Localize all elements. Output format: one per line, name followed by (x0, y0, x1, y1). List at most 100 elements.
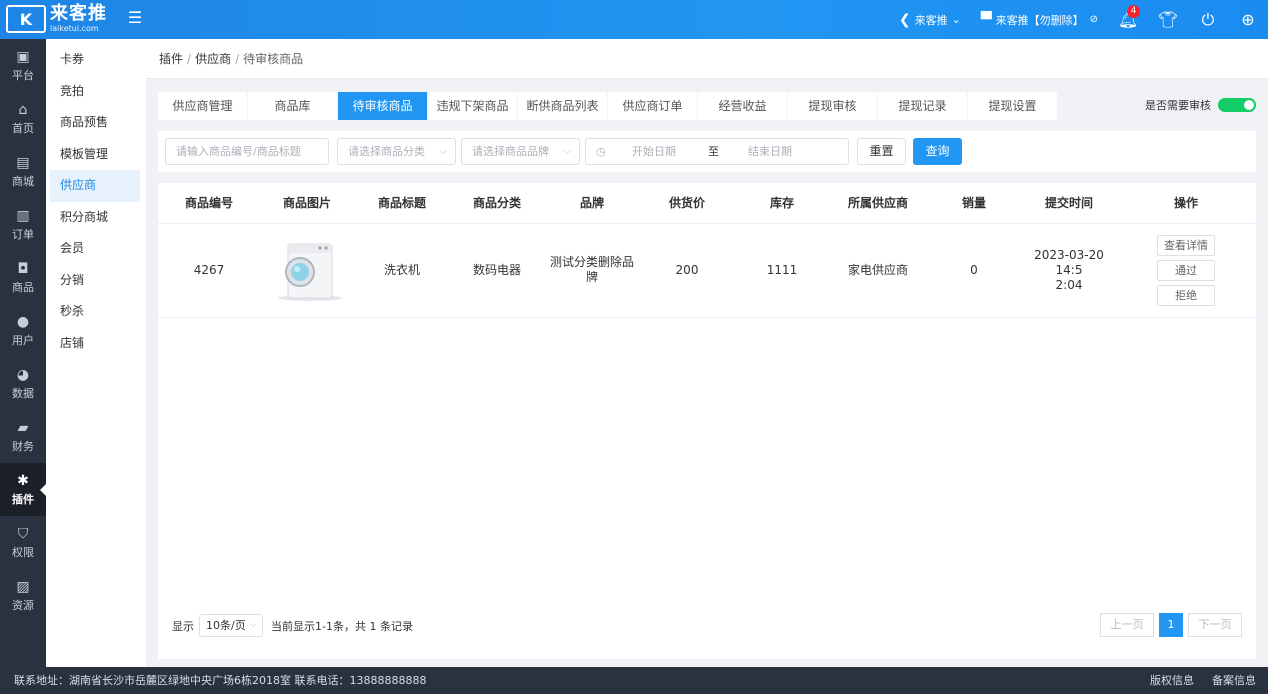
goods-supplier: 家电供应商 (830, 223, 926, 318)
approve-button[interactable]: 通过 (1157, 259, 1215, 281)
breadcrumb-plugin[interactable]: 插件 (159, 52, 183, 66)
reject-button[interactable]: 拒绝 (1157, 284, 1215, 306)
col-header: 商品编号 (158, 183, 260, 224)
globe-icon: ⊕ (1241, 10, 1255, 29)
store-switcher[interactable]: ❮ 来客推 ⌄ (889, 0, 971, 39)
logo-subtext: laiketui.com (50, 24, 99, 33)
resource-icon: ▨ (16, 578, 30, 595)
goods-image-cell (260, 223, 354, 318)
logo[interactable]: K 来客推 laiketui.com (6, 4, 116, 34)
data-icon: ◕ (16, 366, 30, 383)
shirt-icon: 👕︎ (1157, 10, 1179, 29)
nav-permission[interactable]: ⛉ 权限 (0, 516, 46, 569)
goods-sales: 0 (926, 223, 1022, 318)
col-header: 所属供应商 (830, 183, 926, 224)
subnav-item-template[interactable]: 模板管理 (50, 139, 140, 171)
subnav-item-supplier[interactable]: 供应商 (50, 170, 140, 202)
end-date-input[interactable]: 结束日期 (748, 139, 792, 164)
permission-icon: ⛉ (17, 525, 29, 542)
operations: 查看详情 通过 拒绝 (1116, 223, 1256, 318)
subnav-item-coupon[interactable]: 卡券 (50, 44, 140, 76)
logout-button[interactable]: ⏻ (1188, 0, 1228, 39)
nav-resource[interactable]: ▨ 资源 (0, 569, 46, 622)
washing-machine-image[interactable] (270, 238, 344, 302)
chevron-down-icon: ⌵ (563, 146, 571, 157)
col-header: 供货价 (640, 183, 734, 224)
goods-table: 商品编号 商品图片 商品标题 商品分类 品牌 供货价 库存 所属供应商 销量 提… (158, 183, 1256, 318)
query-button[interactable]: 查询 (913, 138, 962, 165)
nav-order[interactable]: ▥ 订单 (0, 198, 46, 251)
user-account[interactable]: ▀ 来客推【勿删除】 ⊘ (971, 0, 1108, 39)
subnav-item-distribution[interactable]: 分销 (50, 265, 140, 297)
theme-button[interactable]: 👕︎ (1148, 0, 1188, 39)
breadcrumb: 插件 / 供应商 / 待审核商品 (146, 39, 1268, 79)
subnav-item-shop[interactable]: 店铺 (50, 328, 140, 360)
page-size-select[interactable]: 10条/页 ⌵ (199, 614, 263, 637)
secondary-sidebar: 卡券 竞拍 商品预售 模板管理 供应商 积分商城 会员 分销 秒杀 店铺 (46, 39, 146, 667)
breadcrumb-supplier[interactable]: 供应商 (195, 52, 231, 66)
record-link[interactable]: 备案信息 (1212, 667, 1256, 694)
prev-page-button[interactable]: 上一页 (1100, 613, 1154, 637)
plugin-icon: ✱ (17, 472, 29, 489)
store-name: 来客推 (914, 13, 948, 27)
nav-finance[interactable]: ▰ 财务 (0, 410, 46, 463)
brand-select[interactable]: 请选择商品品牌 ⌵ (461, 138, 580, 165)
nav-user[interactable]: ● 用户 (0, 304, 46, 357)
nav-store[interactable]: ▤ 商城 (0, 145, 46, 198)
goods-table-panel: 商品编号 商品图片 商品标题 商品分类 品牌 供货价 库存 所属供应商 销量 提… (158, 183, 1256, 659)
category-select[interactable]: 请选择商品分类 ⌵ (337, 138, 456, 165)
nav-home[interactable]: ⌂ 首页 (0, 92, 46, 145)
date-range-picker[interactable]: ◷ 开始日期 至 结束日期 (585, 138, 849, 165)
audit-label: 是否需要审核 (1145, 99, 1211, 112)
main-content: 插件 / 供应商 / 待审核商品 供应商管理 商品库 待审核商品 违规下架商品 断供商品… (146, 39, 1268, 667)
chevron-down-icon: ⌄ (951, 13, 961, 26)
tab-pending-review[interactable]: 待审核商品 (338, 92, 428, 120)
notification-badge: 4 (1127, 5, 1140, 18)
subnav-item-presale[interactable]: 商品预售 (50, 107, 140, 139)
menu-toggle-icon[interactable]: ☰ (126, 9, 144, 27)
tab-bar: 供应商管理 商品库 待审核商品 违规下架商品 断供商品列表 供应商订单 经营收益… (158, 92, 1058, 120)
col-header: 商品标题 (354, 183, 450, 224)
nav-platform[interactable]: ▣ 平台 (0, 39, 46, 92)
tab-discontinued[interactable]: 断供商品列表 (518, 92, 608, 120)
nav-plugin[interactable]: ✱ 插件 (0, 463, 47, 516)
nav-data[interactable]: ◕ 数据 (0, 357, 46, 410)
reset-button[interactable]: 重置 (857, 138, 906, 165)
filter-bar: 请输入商品编号/商品标题 请选择商品分类 ⌵ 请选择商品品牌 ⌵ ◷ 开始日期 至 … (158, 131, 1256, 172)
audit-toggle: 是否需要审核 (1145, 97, 1256, 113)
notification-button[interactable]: 🔔︎ 4 (1108, 0, 1148, 39)
date-range-separator: 至 (708, 145, 719, 158)
language-button[interactable]: ⊕ (1228, 0, 1268, 39)
subnav-item-auction[interactable]: 竞拍 (50, 76, 140, 108)
pagination: 上一页 1 下一页 (1095, 613, 1242, 637)
start-date-input[interactable]: 开始日期 (632, 139, 676, 164)
audit-switch[interactable] (1218, 98, 1256, 112)
tab-goods-library[interactable]: 商品库 (248, 92, 338, 120)
chevron-down-icon: ⌵ (250, 620, 257, 630)
tab-withdraw-review[interactable]: 提现审核 (788, 92, 878, 120)
goods-price: 200 (640, 223, 734, 318)
tab-withdraw-settings[interactable]: 提现设置 (968, 92, 1058, 120)
subnav-item-points-mall[interactable]: 积分商城 (50, 202, 140, 234)
user-icon: ● (16, 313, 30, 330)
goods-stock: 1111 (734, 223, 830, 318)
tab-supplier-manage[interactable]: 供应商管理 (158, 92, 248, 120)
tab-supplier-orders[interactable]: 供应商订单 (608, 92, 698, 120)
subnav-item-member[interactable]: 会员 (50, 233, 140, 265)
view-detail-button[interactable]: 查看详情 (1157, 234, 1215, 256)
power-icon: ⏻ (1201, 9, 1215, 29)
tab-revenue[interactable]: 经营收益 (698, 92, 788, 120)
next-page-button[interactable]: 下一页 (1188, 613, 1242, 637)
nav-goods[interactable]: ◘ 商品 (0, 251, 46, 304)
tab-withdraw-records[interactable]: 提现记录 (878, 92, 968, 120)
main-sidebar: ▣ 平台 ⌂ 首页 ▤ 商城 ▥ 订单 ◘ 商品 ● 用户 ◕ 数据 ▰ 财务 ✱ 插件 ⛉ 权限 … (0, 39, 47, 667)
copyright-link[interactable]: 版权信息 (1150, 667, 1194, 694)
col-header: 销量 (926, 183, 1022, 224)
keyword-input[interactable]: 请输入商品编号/商品标题 (165, 138, 329, 165)
tab-violation-removed[interactable]: 违规下架商品 (428, 92, 518, 120)
footer-contact: 联系地址：湖南省长沙市岳麓区绿地中央广场6栋2018室 联系电话：1388888… (14, 674, 427, 687)
goods-category: 数码电器 (450, 223, 544, 318)
page-1-button[interactable]: 1 (1159, 613, 1183, 637)
chevron-down-icon: ⌵ (439, 146, 447, 157)
subnav-item-flash-sale[interactable]: 秒杀 (50, 296, 140, 328)
